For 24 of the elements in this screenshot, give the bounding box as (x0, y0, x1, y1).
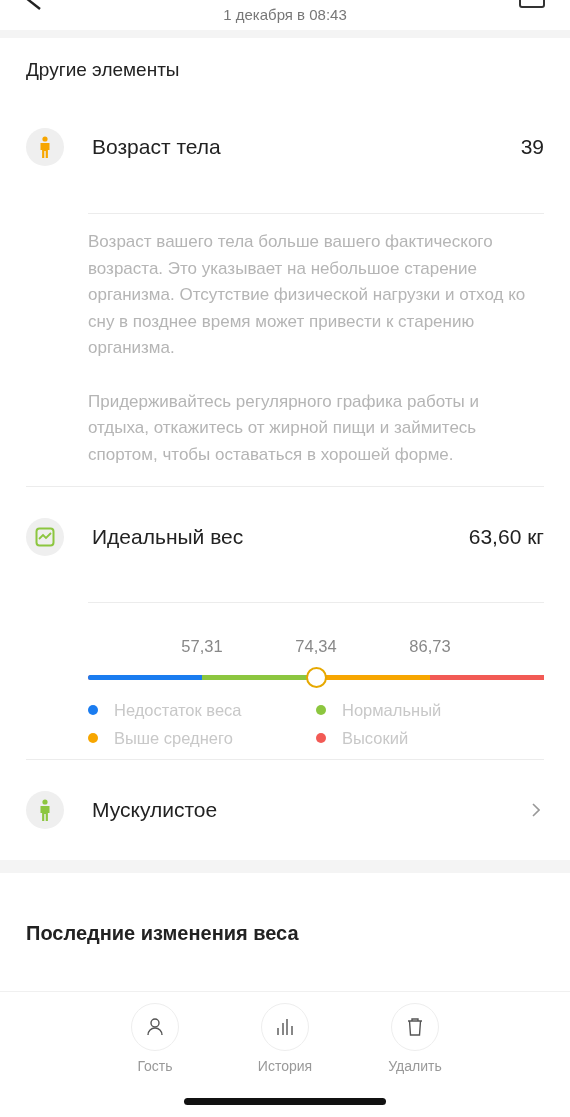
threshold-label: 57,31 (181, 636, 223, 656)
person-icon (26, 791, 64, 829)
person-icon (26, 128, 64, 166)
chart-icon (26, 518, 64, 556)
action-button[interactable]: История (245, 1003, 325, 1074)
description-text: Придерживайтесь регулярного графика работы и отдыха, откажитесь от жирной пищи и займитесь спортом, чтобы оставаться в хорошей форме. (88, 390, 480, 466)
measurement-date: 1 декабря в 08:43 (223, 6, 347, 25)
metric-title: Мускулистое (92, 798, 219, 822)
metric-value: 63,60 кг (468, 525, 544, 549)
body-type-row[interactable]: Мускулистое (26, 777, 544, 843)
person-icon (145, 1017, 165, 1037)
action-button[interactable]: Гость (115, 1003, 195, 1074)
metric-title: Возраст тела (92, 135, 222, 159)
threshold-label: 86,73 (409, 636, 451, 656)
section-title: Другие элементы (26, 58, 181, 82)
metric-value: 39 (520, 135, 544, 159)
metric-title: Идеальный вес (92, 525, 245, 549)
section-title: Последние изменения веса (26, 921, 300, 945)
action-button[interactable]: Удалить (375, 1003, 455, 1074)
chevron-right-icon (532, 803, 540, 817)
threshold-label: 74,34 (295, 636, 337, 656)
trash-icon (405, 1017, 425, 1037)
bar-chart-icon (275, 1017, 295, 1037)
description-text: Возраст вашего тела больше вашего фактического возраста. Это указывает на небольшое старение организма. Отсутствие физической нагрузки и отход ко сну в позднее время может привести к старению организма. (88, 231, 527, 359)
